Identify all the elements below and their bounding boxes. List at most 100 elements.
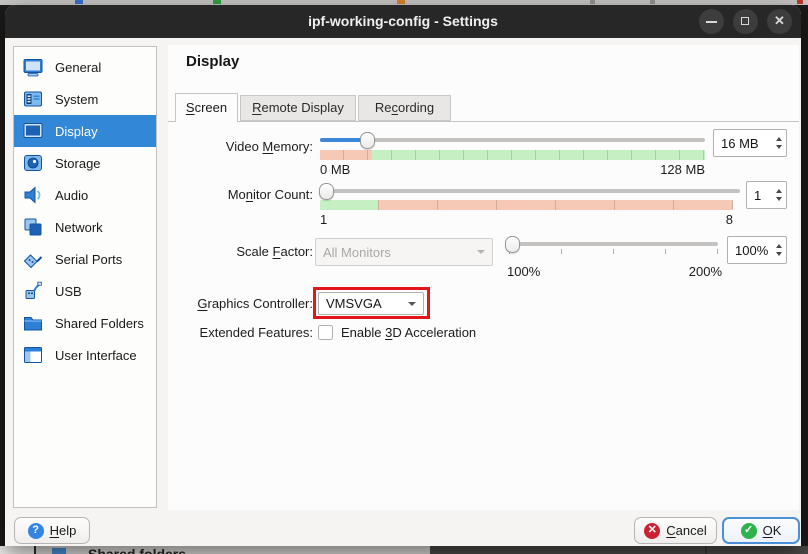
chevron-down-icon <box>408 302 416 306</box>
storage-icon <box>22 152 44 174</box>
monitor-count-slider[interactable] <box>320 189 740 193</box>
scale-factor-max-label: 200% <box>689 264 722 279</box>
maximize-button[interactable] <box>733 9 758 34</box>
tabbar-divider <box>168 121 799 122</box>
background-window-strip: Shared folders <box>0 546 808 554</box>
background-window-edge <box>0 546 36 554</box>
help-button[interactable]: ? Help <box>14 517 90 544</box>
audio-icon <box>22 184 44 206</box>
ok-icon: ✓ <box>741 523 757 539</box>
graphics-controller-label: Graphics Controller: <box>168 296 313 311</box>
display-settings-pane: Display Screen Remote Display Recording … <box>168 45 799 510</box>
sidebar-item-label: System <box>55 92 98 107</box>
video-memory-label: Video Memory: <box>168 139 313 154</box>
video-memory-slider-handle[interactable] <box>360 132 375 149</box>
general-icon <box>22 56 44 78</box>
sidebar-item-label: USB <box>55 284 82 299</box>
sidebar-item-audio[interactable]: Audio <box>14 179 156 211</box>
video-memory-max-label: 128 MB <box>660 162 705 177</box>
scale-factor-slider-handle[interactable] <box>505 236 520 253</box>
scale-factor-label: Scale Factor: <box>168 244 313 259</box>
ok-button[interactable]: ✓ OK <box>722 517 800 544</box>
usb-icon <box>22 280 44 302</box>
monitor-count-max-label: 8 <box>726 212 733 227</box>
desktop-icon-fragment <box>75 0 83 4</box>
sidebar-item-label: Network <box>55 220 103 235</box>
background-panel-seam <box>705 546 707 554</box>
sidebar-item-label: Display <box>55 124 98 139</box>
sidebar-item-label: Storage <box>55 156 101 171</box>
maximize-icon <box>741 17 749 25</box>
monitor-count-label: Monitor Count: <box>168 187 313 202</box>
desktop-icon-fragment <box>797 0 803 4</box>
sidebar-item-usb[interactable]: USB <box>14 275 156 307</box>
user-interface-icon <box>22 344 44 366</box>
chevron-down-icon <box>477 250 485 254</box>
graphics-controller-dropdown[interactable]: VMSVGA <box>318 292 424 315</box>
sidebar-item-display[interactable]: Display <box>14 115 156 147</box>
video-memory-spinbox[interactable]: 16 MB <box>713 129 787 157</box>
desktop-icon-fragment <box>213 0 221 4</box>
monitor-count-range-band <box>320 200 733 210</box>
tab-recording[interactable]: Recording <box>358 95 451 121</box>
titlebar[interactable]: ipf-working-config - Settings ✕ <box>5 5 801 38</box>
serial-ports-icon <box>22 248 44 270</box>
extended-features-label: Extended Features: <box>168 325 313 340</box>
sidebar-item-label: Serial Ports <box>55 252 122 267</box>
monitor-count-slider-handle[interactable] <box>319 183 334 200</box>
enable-3d-acceleration-checkbox-label[interactable]: Enable 3D Acceleration <box>341 325 476 340</box>
video-memory-slider[interactable] <box>320 138 705 142</box>
enable-3d-acceleration-checkbox[interactable] <box>318 325 333 340</box>
scale-factor-slider[interactable] <box>507 242 718 246</box>
spin-down-icon[interactable] <box>776 252 782 256</box>
sidebar-item-network[interactable]: Network <box>14 211 156 243</box>
background-window-fragment: Shared folders <box>0 546 430 554</box>
minimize-icon <box>706 21 717 23</box>
sidebar-item-serial-ports[interactable]: Serial Ports <box>14 243 156 275</box>
page-title: Display <box>186 53 239 70</box>
tab-remote-display[interactable]: Remote Display <box>240 95 356 121</box>
scale-factor-monitor-dropdown: All Monitors <box>315 238 493 266</box>
spin-up-icon[interactable] <box>776 244 782 248</box>
video-memory-min-label: 0 MB <box>320 162 350 177</box>
monitor-count-spinbox[interactable]: 1 <box>746 181 787 209</box>
background-window-text: Shared folders <box>88 546 186 554</box>
cancel-button[interactable]: ✕ Cancel <box>634 517 717 544</box>
sidebar-item-label: Shared Folders <box>55 316 144 331</box>
sidebar-item-label: Audio <box>55 188 88 203</box>
desktop-icon-fragment <box>650 0 655 4</box>
sidebar-item-system[interactable]: System <box>14 83 156 115</box>
spin-up-icon[interactable] <box>776 189 782 193</box>
sidebar-item-user-interface[interactable]: User Interface <box>14 339 156 371</box>
tab-screen[interactable]: Screen <box>175 93 238 122</box>
desktop-icon-fragment <box>590 0 595 4</box>
sidebar-item-label: General <box>55 60 101 75</box>
close-button[interactable]: ✕ <box>767 9 792 34</box>
network-icon <box>22 216 44 238</box>
spin-down-icon[interactable] <box>776 145 782 149</box>
shared-folders-icon <box>22 312 44 334</box>
minimize-button[interactable] <box>699 9 724 34</box>
settings-category-list: General System Display Storage Audio <box>13 46 157 508</box>
video-memory-range-band <box>320 150 705 160</box>
scale-factor-min-label: 100% <box>507 264 540 279</box>
sidebar-item-label: User Interface <box>55 348 137 363</box>
help-icon: ? <box>28 523 44 539</box>
display-icon <box>22 120 44 142</box>
cancel-icon: ✕ <box>644 523 660 539</box>
scale-factor-spinbox[interactable]: 100% <box>727 236 787 264</box>
spin-up-icon[interactable] <box>776 137 782 141</box>
folder-icon-fragment <box>52 548 66 554</box>
monitor-count-min-label: 1 <box>320 212 327 227</box>
background-panel-fragment <box>430 546 808 554</box>
system-icon <box>22 88 44 110</box>
scale-factor-ticks <box>509 249 719 254</box>
settings-window: ipf-working-config - Settings ✕ General … <box>5 5 801 546</box>
close-icon: ✕ <box>767 13 792 29</box>
window-title: ipf-working-config - Settings <box>5 13 801 29</box>
sidebar-item-shared-folders[interactable]: Shared Folders <box>14 307 156 339</box>
desktop-icon-fragment <box>397 0 405 4</box>
sidebar-item-general[interactable]: General <box>14 51 156 83</box>
sidebar-item-storage[interactable]: Storage <box>14 147 156 179</box>
spin-down-icon[interactable] <box>776 197 782 201</box>
